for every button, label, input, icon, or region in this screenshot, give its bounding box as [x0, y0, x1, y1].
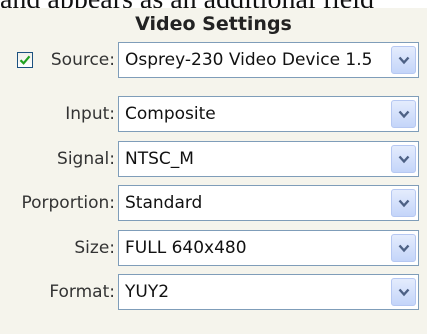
source-dropdown-button[interactable] [391, 46, 416, 74]
chevron-down-icon [398, 110, 410, 119]
size-row: Size: FULL 640x480 [0, 230, 427, 266]
video-settings-panel: Video Settings Source: Osprey-230 Video … [0, 8, 427, 334]
signal-dropdown-button[interactable] [391, 145, 416, 173]
format-label: Format: [49, 282, 115, 302]
format-dropdown-button[interactable] [391, 278, 416, 306]
proportion-dropdown-button[interactable] [391, 189, 416, 217]
input-row: Input: Composite [0, 96, 427, 132]
input-select[interactable]: Composite [118, 96, 419, 132]
source-checkbox[interactable] [17, 52, 33, 68]
format-value: YUY2 [125, 282, 170, 302]
signal-row: Signal: NTSC_M [0, 141, 427, 177]
proportion-label: Porportion: [21, 193, 115, 213]
chevron-down-icon [398, 244, 410, 253]
chevron-down-icon [398, 288, 410, 297]
signal-value: NTSC_M [125, 149, 194, 169]
format-select[interactable]: YUY2 [118, 274, 419, 310]
proportion-select[interactable]: Standard [118, 185, 419, 221]
proportion-row: Porportion: Standard [0, 185, 427, 221]
size-value: FULL 640x480 [125, 238, 247, 258]
signal-label: Signal: [57, 149, 115, 169]
size-label: Size: [74, 238, 115, 258]
source-label: Source: [50, 50, 115, 70]
chevron-down-icon [398, 155, 410, 164]
panel-title: Video Settings [135, 13, 292, 35]
input-label: Input: [65, 104, 115, 124]
source-value: Osprey-230 Video Device 1.5 [125, 50, 373, 70]
format-row: Format: YUY2 [0, 274, 427, 310]
size-dropdown-button[interactable] [391, 234, 416, 262]
size-select[interactable]: FULL 640x480 [118, 230, 419, 266]
source-row: Source: Osprey-230 Video Device 1.5 [0, 42, 427, 78]
input-dropdown-button[interactable] [391, 100, 416, 128]
input-value: Composite [125, 104, 216, 124]
source-select[interactable]: Osprey-230 Video Device 1.5 [118, 42, 419, 78]
signal-select[interactable]: NTSC_M [118, 141, 419, 177]
chevron-down-icon [398, 199, 410, 208]
proportion-value: Standard [125, 193, 203, 213]
chevron-down-icon [398, 56, 410, 65]
checkmark-icon [19, 55, 31, 65]
